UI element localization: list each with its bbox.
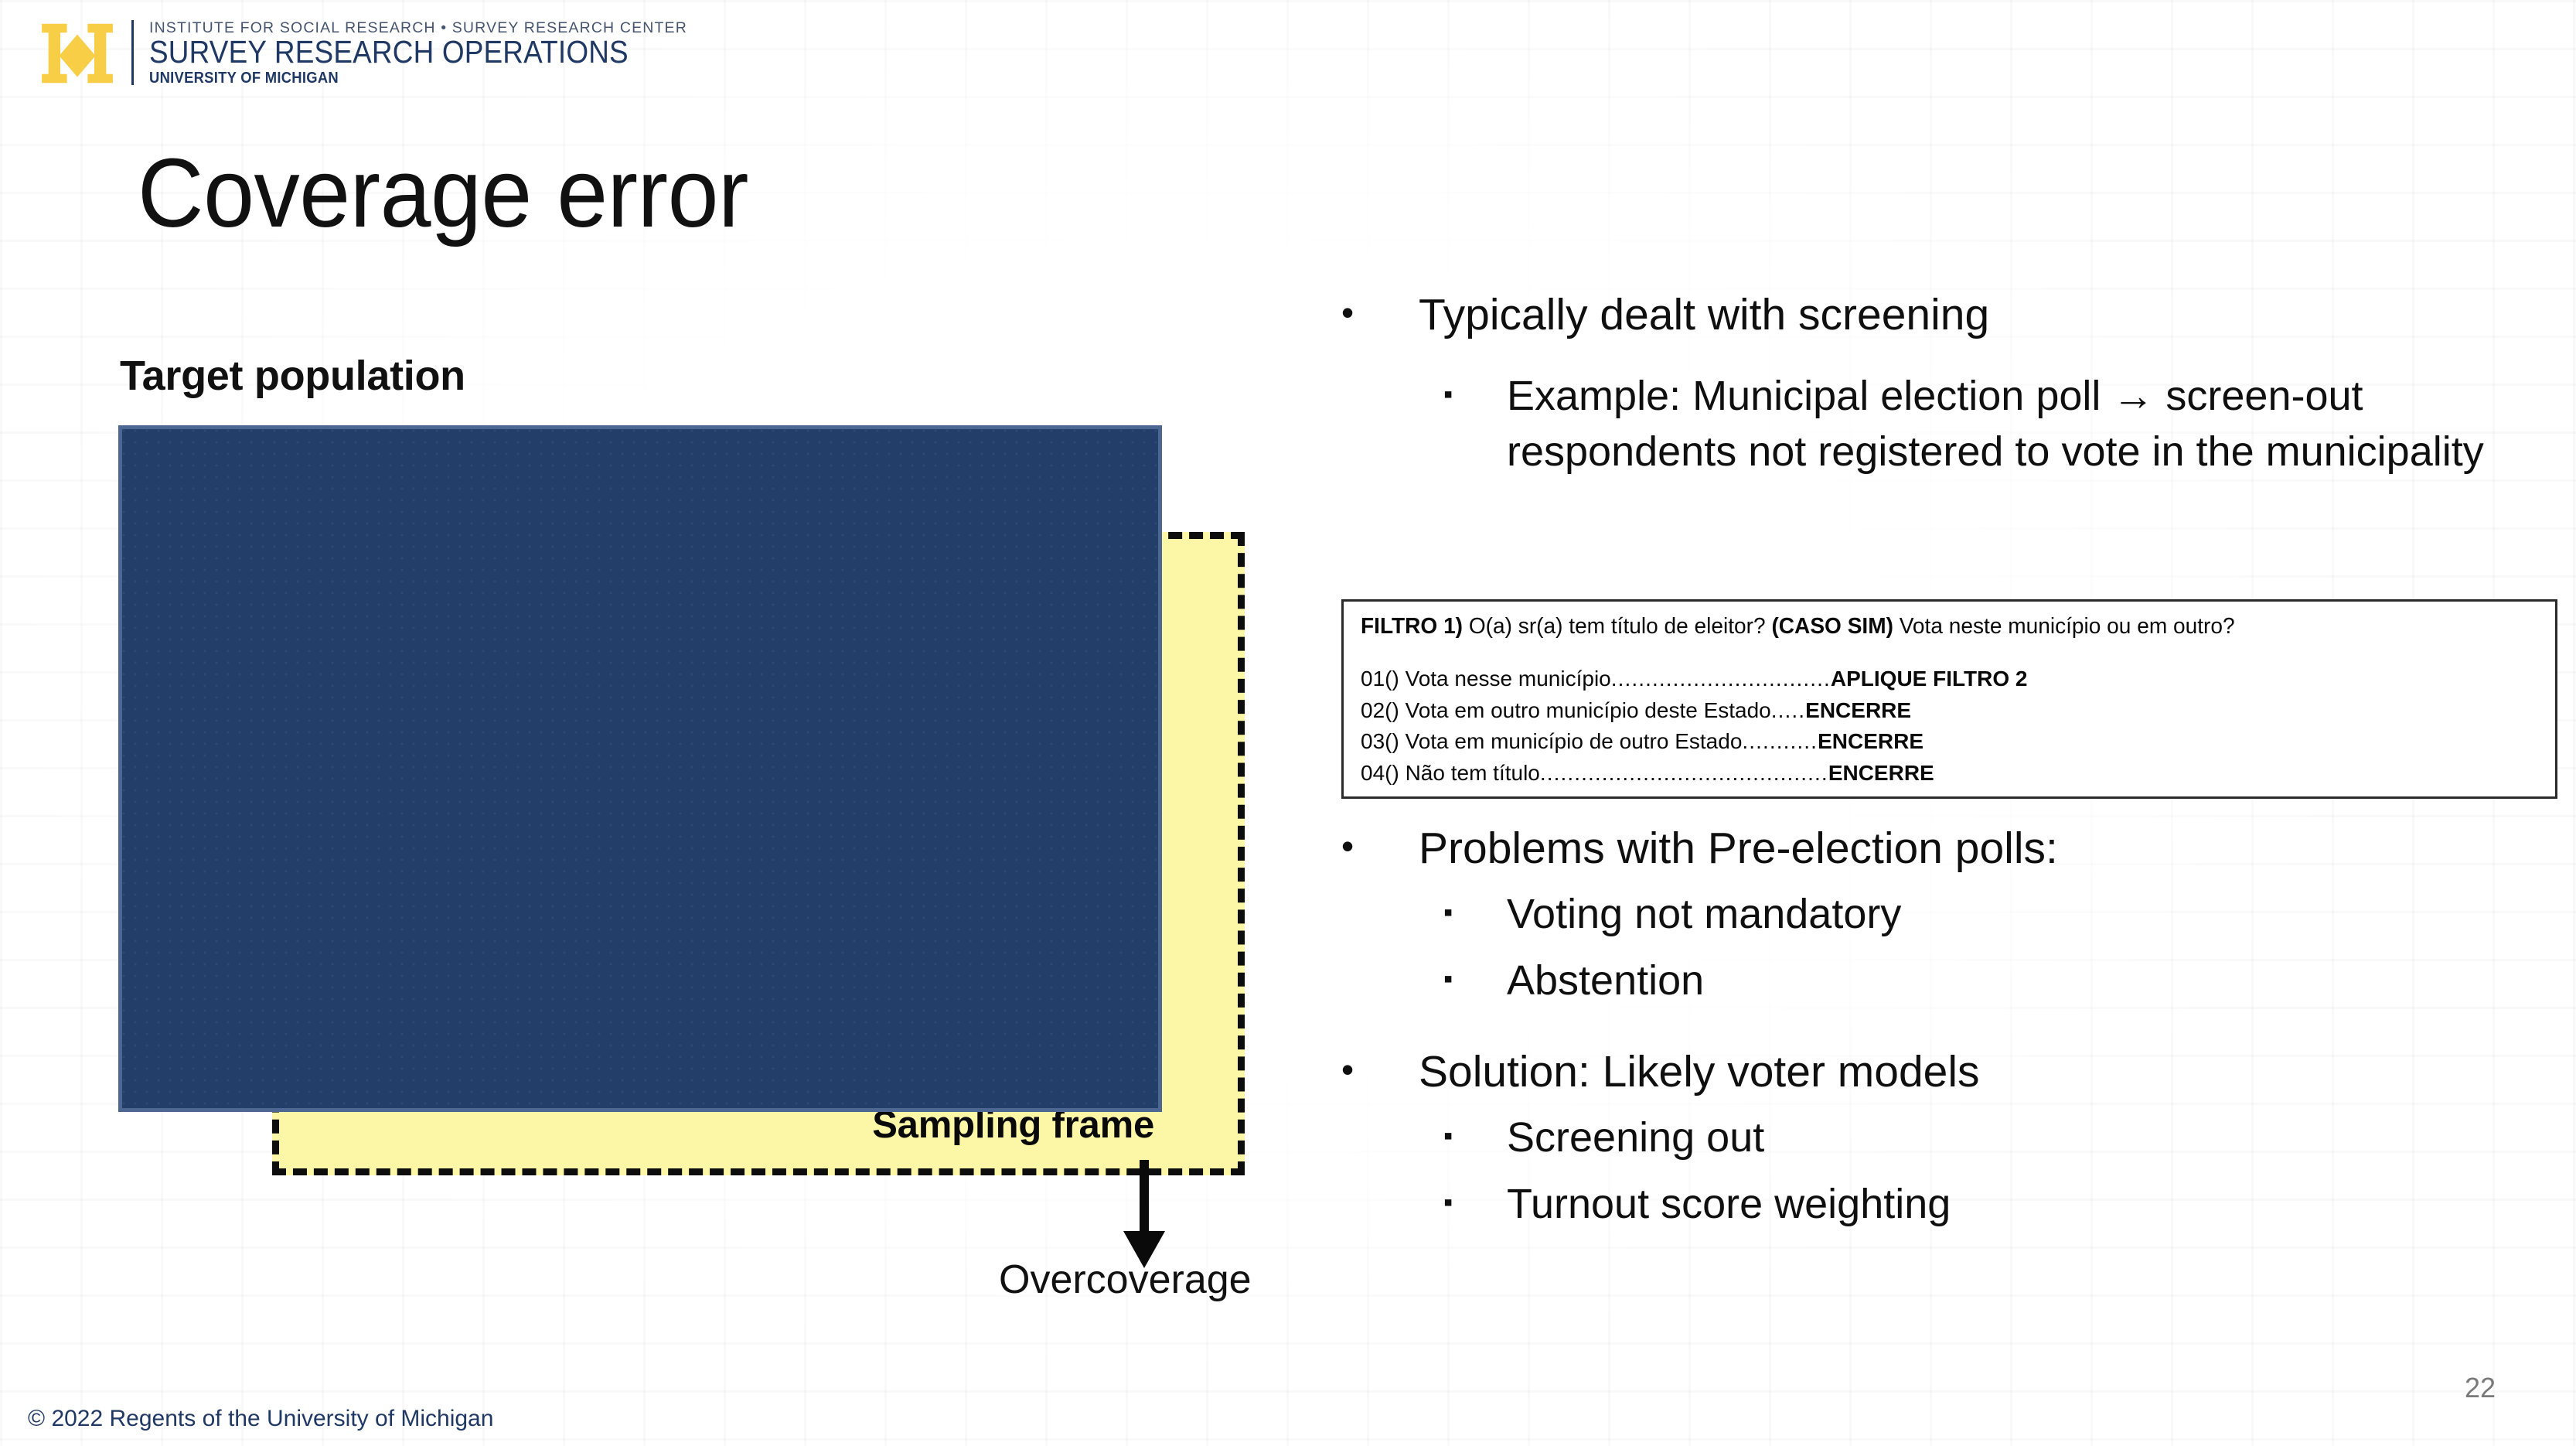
- list-item: • Solution: Likely voter models: [1341, 1043, 2563, 1100]
- list-item: • Typically dealt with screening: [1341, 286, 2563, 343]
- bullet-dot-icon: •: [1341, 292, 1354, 333]
- bullet-list-lower: • Problems with Pre-election polls: ▪ Vo…: [1341, 820, 2563, 1243]
- list-item: ▪ Abstention: [1341, 953, 2563, 1008]
- list-item: ▪ Example: Municipal election poll → scr…: [1341, 368, 2563, 480]
- question-text-1: O(a) sr(a) tem título de eleitor?: [1463, 614, 1772, 639]
- option-code: 03(: [1361, 729, 1392, 754]
- option-code: 04(: [1361, 761, 1392, 786]
- option-leader-dots: ...........: [1742, 729, 1818, 754]
- list-item: • Problems with Pre-election polls:: [1341, 820, 2563, 877]
- bullet-square-icon: ▪: [1443, 380, 1453, 410]
- option-action: ENCERRE: [1828, 761, 1934, 786]
- list-item: ▪ Voting not mandatory: [1341, 886, 2563, 942]
- questionnaire-option-row: 03( ) Vota em município de outro Estado …: [1361, 726, 2540, 758]
- questionnaire-question: FILTRO 1) O(a) sr(a) tem título de eleit…: [1361, 614, 2522, 640]
- list-item-text: Solution: Likely voter models: [1419, 1046, 1980, 1096]
- option-leader-dots: .....: [1770, 697, 1806, 722]
- coverage-error-diagram: Target population Sampling frame Overcov…: [0, 0, 1314, 1446]
- list-item-text: Voting not mandatory: [1507, 891, 1902, 938]
- questionnaire-screenshot: FILTRO 1) O(a) sr(a) tem título de eleit…: [1341, 599, 2557, 799]
- option-code: 02(: [1361, 697, 1392, 722]
- questionnaire-option-row: 01( ) Vota nesse município .............…: [1361, 663, 2540, 695]
- bullet-dot-icon: •: [1341, 1049, 1354, 1090]
- list-item-text: Typically dealt with screening: [1419, 290, 1990, 339]
- option-action: APLIQUE FILTRO 2: [1830, 666, 2028, 691]
- bullet-square-icon: ▪: [1443, 898, 1453, 928]
- bullet-square-icon: ▪: [1443, 1188, 1453, 1218]
- overcoverage-label: Overcoverage: [999, 1257, 1252, 1302]
- option-code: 01(: [1361, 666, 1392, 691]
- copyright-footer: © 2022 Regents of the University of Mich…: [28, 1406, 494, 1431]
- option-action: ENCERRE: [1818, 729, 1923, 754]
- bullet-dot-icon: •: [1341, 826, 1354, 866]
- list-item-text: Screening out: [1507, 1113, 1765, 1161]
- target-population-label: Target population: [120, 353, 465, 399]
- option-leader-dots: ................................: [1610, 666, 1831, 691]
- bullet-square-icon: ▪: [1443, 1120, 1453, 1151]
- list-item-text: Problems with Pre-election polls:: [1419, 824, 2058, 873]
- bullet-square-icon: ▪: [1443, 964, 1453, 994]
- option-text: ) Vota nesse município: [1392, 666, 1611, 691]
- bullet-list-upper: • Typically dealt with screening ▪ Examp…: [1341, 286, 2563, 491]
- option-action: ENCERRE: [1805, 697, 1912, 722]
- target-population-box: [118, 425, 1162, 1112]
- list-item-text: Abstention: [1507, 957, 1705, 1004]
- caso-sim-label: (CASO SIM): [1771, 614, 1893, 639]
- list-item-text: Turnout score weighting: [1507, 1181, 1951, 1228]
- option-leader-dots: ........................................…: [1539, 761, 1828, 786]
- questionnaire-option-row: 02( ) Vota em outro município deste Esta…: [1361, 695, 2540, 727]
- questionnaire-option-row: 04( ) Não tem título ...................…: [1361, 758, 2540, 790]
- page-number: 22: [2464, 1372, 2496, 1403]
- option-text: ) Vota em outro município deste Estado: [1392, 697, 1771, 722]
- list-item-text: Example: Municipal election poll → scree…: [1507, 373, 2484, 476]
- option-text: ) Vota em município de outro Estado: [1392, 729, 1743, 754]
- list-item: ▪ Turnout score weighting: [1341, 1176, 2563, 1232]
- list-item: ▪ Screening out: [1341, 1110, 2563, 1165]
- filtro-label: FILTRO 1): [1361, 614, 1463, 639]
- option-text: ) Não tem título: [1392, 761, 1540, 786]
- question-text-2: Vota neste município ou em outro?: [1893, 614, 2235, 639]
- slide-canvas: INSTITUTE FOR SOCIAL RESEARCH • SURVEY R…: [0, 0, 2576, 1446]
